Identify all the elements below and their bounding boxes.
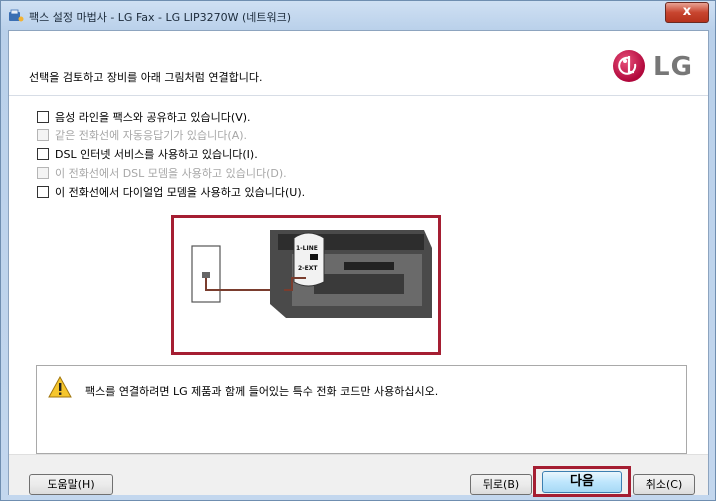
fax-connection-illustration: 1-LINE 2-EXT — [191, 230, 432, 318]
lg-logo: LG — [613, 50, 703, 84]
fax-app-icon — [9, 9, 24, 22]
warning-icon — [48, 376, 72, 398]
close-button[interactable]: x — [665, 2, 709, 23]
wizard-content: 선택을 검토하고 장비를 아래 그림처럼 연결합니다. LG 음성 라인을 팩스… — [8, 30, 709, 497]
lg-logo-text: LG — [653, 52, 693, 82]
port-2-label: 2-EXT — [298, 265, 318, 272]
voice-line-checkbox[interactable] — [37, 111, 49, 123]
next-button-highlight: 다음 — [533, 466, 631, 497]
option-dsl-service[interactable]: DSL 인터넷 서비스를 사용하고 있습니다(I). — [37, 146, 258, 162]
option-voice-line[interactable]: 음성 라인을 팩스와 공유하고 있습니다(V). — [37, 109, 251, 125]
warning-message: 팩스를 연결하려면 LG 제품과 함께 들어있는 특수 전화 코드만 사용하십시… — [85, 385, 439, 398]
button-bar: 도움말(H) 뒤로(B) 다음 취소(C) — [9, 454, 708, 497]
option-label: 음성 라인을 팩스와 공유하고 있습니다(V). — [55, 111, 251, 124]
dsl-modem-checkbox — [37, 167, 49, 179]
warning-panel: 팩스를 연결하려면 LG 제품과 함께 들어있는 특수 전화 코드만 사용하십시… — [36, 365, 687, 454]
port-1-label: 1-LINE — [296, 245, 318, 252]
option-label: 이 전화선에서 DSL 모뎀을 사용하고 있습니다(D). — [55, 167, 287, 180]
help-button[interactable]: 도움말(H) — [29, 474, 113, 495]
title-bar[interactable]: 팩스 설정 마법사 - LG Fax - LG LIP3270W (네트워크) … — [1, 1, 715, 30]
header-divider — [9, 95, 708, 96]
lg-logo-mark-icon — [613, 50, 645, 82]
option-label: 같은 전화선에 자동응답기가 있습니다(A). — [55, 129, 248, 142]
option-dsl-modem: 이 전화선에서 DSL 모뎀을 사용하고 있습니다(D). — [37, 165, 287, 181]
dsl-service-checkbox[interactable] — [37, 148, 49, 160]
fax-setup-wizard-window: 팩스 설정 마법사 - LG Fax - LG LIP3270W (네트워크) … — [0, 0, 716, 501]
lg-face-icon — [618, 56, 637, 75]
instruction-text: 선택을 검토하고 장비를 아래 그림처럼 연결합니다. — [29, 71, 263, 84]
back-button[interactable]: 뒤로(B) — [470, 474, 532, 495]
option-label: DSL 인터넷 서비스를 사용하고 있습니다(I). — [55, 148, 258, 161]
next-button[interactable]: 다음 — [542, 471, 622, 493]
option-answering-machine: 같은 전화선에 자동응답기가 있습니다(A). — [37, 127, 247, 143]
option-label: 이 전화선에서 다이얼업 모뎀을 사용하고 있습니다(U). — [55, 186, 306, 199]
answering-machine-checkbox — [37, 129, 49, 141]
wizard-header: 선택을 검토하고 장비를 아래 그림처럼 연결합니다. LG — [9, 31, 708, 95]
dialup-modem-checkbox[interactable] — [37, 186, 49, 198]
option-dialup-modem[interactable]: 이 전화선에서 다이얼업 모뎀을 사용하고 있습니다(U). — [37, 184, 305, 200]
close-icon: x — [682, 4, 692, 19]
connection-diagram: 1-LINE 2-EXT — [171, 215, 441, 355]
cancel-button[interactable]: 취소(C) — [633, 474, 695, 495]
window-title: 팩스 설정 마법사 - LG Fax - LG LIP3270W (네트워크) — [29, 11, 292, 24]
